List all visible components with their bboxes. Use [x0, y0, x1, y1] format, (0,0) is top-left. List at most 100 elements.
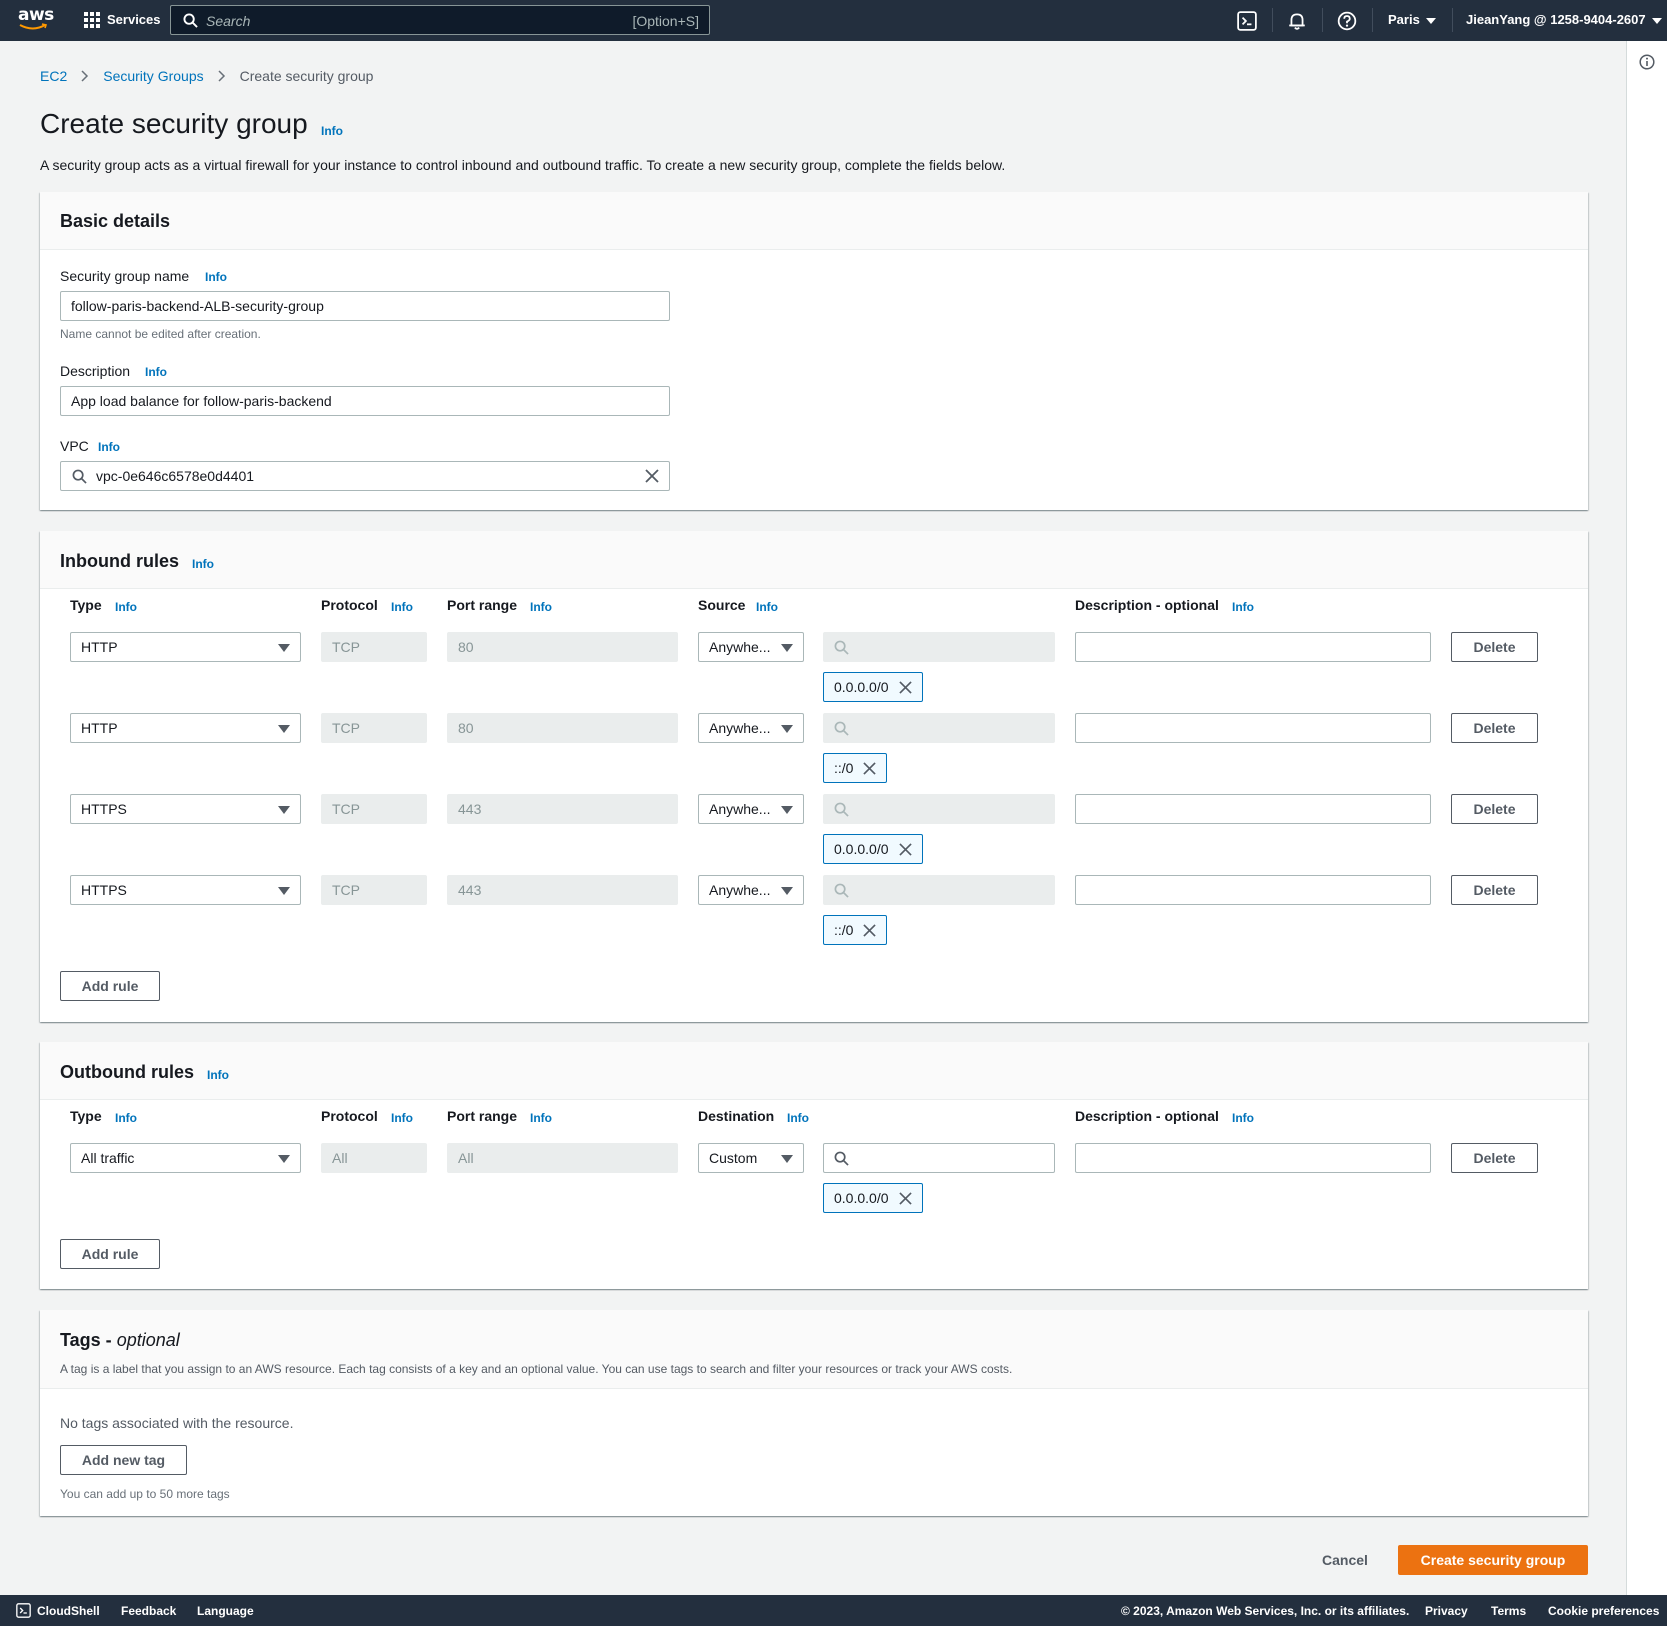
tags-panel: Tags - optional A tag is a label that yo… [40, 1310, 1588, 1516]
remove-icon[interactable] [863, 761, 877, 775]
footer-feedback-link[interactable]: Feedback [121, 1604, 176, 1618]
delete-rule-button[interactable]: Delete [1451, 875, 1538, 905]
rule-source-select[interactable]: Anywhe... [698, 632, 804, 662]
aws-logo[interactable]: aws [18, 7, 54, 33]
col-type: Type [70, 1108, 102, 1124]
remove-icon[interactable] [863, 923, 877, 937]
destination-info-link[interactable]: Info [787, 1111, 809, 1125]
inbound-rules-panel: Inbound rules Info Type Info Protocol In… [40, 531, 1588, 1022]
basic-details-heading: Basic details [60, 211, 171, 231]
rule-source-select[interactable]: Anywhe... [698, 875, 804, 905]
outbound-info-link[interactable]: Info [207, 1068, 229, 1082]
delete-rule-button[interactable]: Delete [1451, 1143, 1538, 1173]
inbound-info-link[interactable]: Info [192, 557, 214, 571]
create-security-group-button[interactable]: Create security group [1398, 1545, 1588, 1575]
cloudshell-icon[interactable] [1237, 11, 1257, 31]
outbound-rules-heading: Outbound rules [60, 1062, 194, 1082]
col-port-range: Port range [447, 597, 518, 613]
breadcrumb-ec2[interactable]: EC2 [40, 68, 67, 84]
description-input[interactable]: App load balance for follow-paris-backen… [60, 386, 670, 416]
source-info-link[interactable]: Info [756, 600, 778, 614]
footer-copyright: © 2023, Amazon Web Services, Inc. or its… [1121, 1604, 1410, 1618]
rule-description-input[interactable] [1075, 794, 1431, 824]
rule-source-select[interactable]: Anywhe... [698, 794, 804, 824]
port-info-link[interactable]: Info [530, 600, 552, 614]
tags-heading-optional: optional [116, 1330, 180, 1350]
vpc-info-link[interactable]: Info [98, 440, 120, 454]
rule-description-input[interactable] [1075, 632, 1431, 662]
rule-cidr-search[interactable] [823, 875, 1055, 905]
protocol-info-link[interactable]: Info [391, 600, 413, 614]
cancel-button[interactable]: Cancel [1322, 1552, 1368, 1568]
chevron-right-icon [81, 70, 89, 82]
description-info-link[interactable]: Info [145, 365, 167, 379]
rule-destination-select[interactable]: Custom [698, 1143, 804, 1173]
security-group-name-input[interactable]: follow-paris-backend-ALB-security-group [60, 291, 670, 321]
rule-type-select[interactable]: HTTP [70, 713, 301, 743]
search-input[interactable]: Search [Option+S] [170, 5, 710, 35]
rule-type-select[interactable]: HTTPS [70, 794, 301, 824]
rule-description-input[interactable] [1075, 1143, 1431, 1173]
breadcrumb-security-groups[interactable]: Security Groups [103, 68, 203, 84]
type-info-link[interactable]: Info [115, 600, 137, 614]
tags-heading-text: Tags - [60, 1330, 112, 1350]
services-menu[interactable]: Services [107, 12, 161, 27]
cidr-value: 0.0.0.0/0 [834, 841, 889, 857]
rule-cidr-search[interactable] [823, 1143, 1055, 1173]
remove-icon[interactable] [898, 680, 912, 694]
breadcrumb-current: Create security group [239, 68, 374, 84]
clear-icon[interactable] [645, 469, 659, 483]
delete-rule-button[interactable]: Delete [1451, 713, 1538, 743]
info-panel-icon[interactable] [1639, 54, 1655, 70]
delete-rule-button[interactable]: Delete [1451, 794, 1538, 824]
rule-type-select[interactable]: HTTPS [70, 875, 301, 905]
nav-divider [1322, 8, 1323, 32]
delete-rule-button[interactable]: Delete [1451, 632, 1538, 662]
page-title: Create security group [40, 108, 308, 139]
vpc-select[interactable]: vpc-0e646c6578e0d4401 [60, 461, 670, 491]
remove-icon[interactable] [898, 1191, 912, 1205]
footer-language-link[interactable]: Language [197, 1604, 254, 1618]
col-destination: Destination [698, 1108, 775, 1124]
add-new-tag-button[interactable]: Add new tag [60, 1445, 187, 1475]
rule-cidr-search[interactable] [823, 794, 1055, 824]
breadcrumb: EC2 Security Groups Create security grou… [40, 68, 373, 84]
notifications-bell-icon[interactable] [1287, 11, 1307, 31]
rule-source-value: Anywhe... [709, 801, 771, 817]
rule-cidr-search[interactable] [823, 632, 1055, 662]
footer-privacy-link[interactable]: Privacy [1425, 1604, 1468, 1618]
cidr-token: ::/0 [823, 753, 888, 783]
outbound-rules-panel: Outbound rules Info Type Info Protocol I… [40, 1042, 1588, 1289]
account-menu[interactable]: JieanYang @ 1258-9404-2607 [1466, 12, 1662, 27]
rule-type-value: HTTPS [81, 882, 127, 898]
footer-cloudshell-link[interactable]: CloudShell [37, 1604, 100, 1618]
help-icon[interactable] [1337, 11, 1357, 31]
basic-details-panel: Basic details Security group name Info f… [40, 192, 1588, 510]
services-grid-icon[interactable] [84, 12, 100, 28]
name-info-link[interactable]: Info [205, 270, 227, 284]
cidr-value: ::/0 [834, 922, 854, 938]
col-protocol: Protocol [321, 597, 378, 613]
rule-type-select[interactable]: HTTP [70, 632, 301, 662]
rule-description-input[interactable] [1075, 713, 1431, 743]
protocol-info-link[interactable]: Info [391, 1111, 413, 1125]
title-info-link[interactable]: Info [321, 124, 343, 138]
rule-protocol: TCP [321, 632, 427, 662]
col-description: Description - optional [1075, 1108, 1219, 1124]
rule-source-select[interactable]: Anywhe... [698, 713, 804, 743]
type-info-link[interactable]: Info [115, 1111, 137, 1125]
description-info-link[interactable]: Info [1232, 1111, 1254, 1125]
remove-icon[interactable] [898, 842, 912, 856]
description-info-link[interactable]: Info [1232, 600, 1254, 614]
rule-cidr-search[interactable] [823, 713, 1055, 743]
region-selector[interactable]: Paris [1388, 12, 1436, 27]
tags-description: A tag is a label that you assign to an A… [60, 1362, 1013, 1376]
rule-type-select[interactable]: All traffic [70, 1143, 301, 1173]
add-inbound-rule-button[interactable]: Add rule [60, 971, 160, 1001]
rule-description-input[interactable] [1075, 875, 1431, 905]
footer-cookie-preferences-link[interactable]: Cookie preferences [1548, 1604, 1659, 1618]
footer-terms-link[interactable]: Terms [1491, 1604, 1526, 1618]
add-outbound-rule-button[interactable]: Add rule [60, 1239, 160, 1269]
rule-port-range: 80 [447, 713, 678, 743]
port-info-link[interactable]: Info [530, 1111, 552, 1125]
